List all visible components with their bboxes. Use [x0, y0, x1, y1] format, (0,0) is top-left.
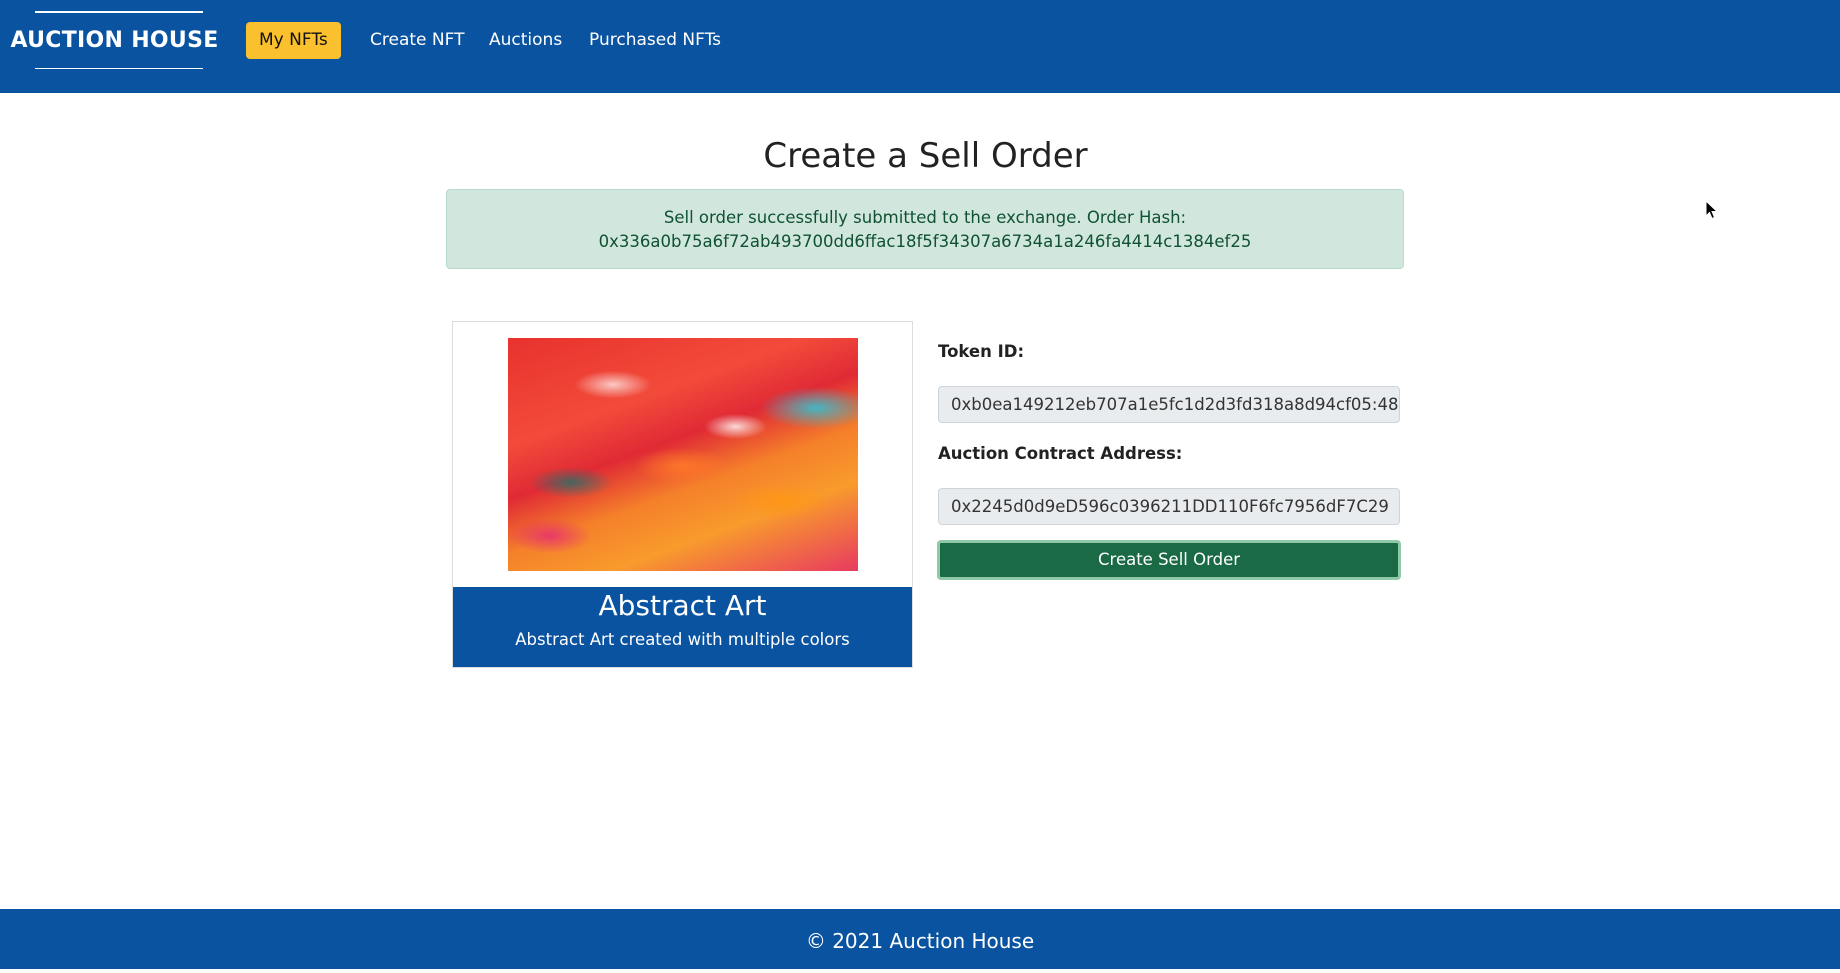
nft-description: Abstract Art created with multiple color…	[515, 630, 850, 649]
brand-logo[interactable]: AUCTION HOUSE	[10, 11, 218, 69]
alert-message: Sell order successfully submitted to the…	[663, 208, 1187, 227]
token-id-input[interactable]: 0xb0ea149212eb707a1e5fc1d2d3fd318a8d94cf…	[938, 386, 1400, 423]
token-id-label: Token ID:	[938, 342, 1025, 361]
abstract-art-image	[508, 338, 858, 571]
nav-link-create-nft[interactable]: Create NFT	[370, 22, 464, 59]
nav-link-my-nfts[interactable]: My NFTs	[246, 22, 341, 59]
mouse-cursor-icon	[1705, 200, 1719, 220]
nav-link-purchased-nfts[interactable]: Purchased NFTs	[589, 22, 721, 59]
nft-card: Abstract Art Abstract Art created with m…	[452, 321, 913, 668]
create-sell-order-button[interactable]: Create Sell Order	[937, 540, 1401, 580]
nft-card-body: Abstract Art Abstract Art created with m…	[453, 587, 912, 667]
footer-copyright: © 2021 Auction House	[805, 929, 1035, 953]
navbar: AUCTION HOUSE My NFTs Create NFT Auction…	[0, 0, 1840, 93]
nft-title: Abstract Art	[598, 589, 767, 622]
success-alert: Sell order successfully submitted to the…	[446, 189, 1404, 269]
footer: © 2021 Auction House	[0, 909, 1840, 969]
nav-link-auctions[interactable]: Auctions	[489, 22, 562, 59]
contract-address-input[interactable]: 0x2245d0d9eD596c0396211DD110F6fc7956dF7C…	[938, 488, 1400, 525]
contract-address-label: Auction Contract Address:	[938, 444, 1183, 463]
order-hash: 0x336a0b75a6f72ab493700dd6ffac18f5f34307…	[598, 232, 1252, 251]
page-title: Create a Sell Order	[763, 136, 1088, 176]
